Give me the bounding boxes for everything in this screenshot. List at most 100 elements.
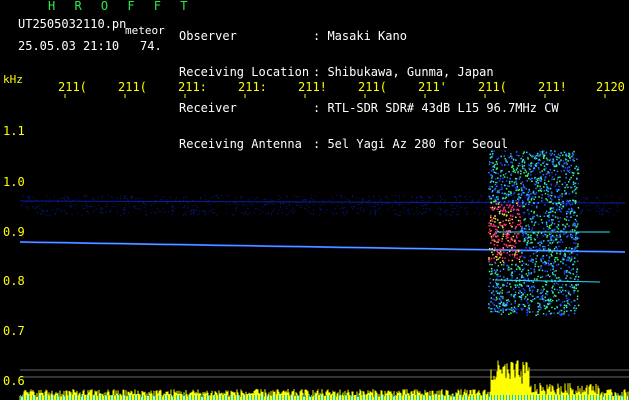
meteor-echo-pixel bbox=[527, 236, 530, 238]
meteor-echo-pixel bbox=[556, 183, 558, 185]
meteor-echo-pixel bbox=[504, 209, 506, 212]
noise-pixel bbox=[450, 204, 452, 206]
meteor-echo-pixel bbox=[506, 277, 509, 280]
noise-pixel bbox=[398, 195, 400, 197]
amplitude-base-pixel bbox=[131, 395, 132, 400]
noise-pixel bbox=[336, 195, 338, 197]
meteor-echo-pixel bbox=[561, 241, 564, 243]
noise-pixel bbox=[373, 195, 375, 197]
meteor-echo-pixel bbox=[559, 241, 561, 244]
meteor-echo-pixel bbox=[500, 301, 503, 303]
noise-pixel bbox=[39, 208, 41, 210]
meteor-echo-pixel bbox=[577, 276, 580, 278]
amplitude-base-pixel bbox=[161, 395, 162, 400]
meteor-echo-pixel bbox=[496, 292, 499, 294]
meteor-echo-pixel bbox=[528, 203, 530, 206]
amplitude-base-pixel bbox=[368, 395, 369, 400]
meteor-echo-pixel bbox=[564, 255, 566, 258]
meteor-echo-pixel bbox=[540, 240, 542, 243]
meteor-echo-pixel bbox=[563, 306, 566, 309]
amplitude-base-pixel bbox=[107, 395, 108, 400]
meteor-echo-pixel bbox=[534, 222, 536, 224]
noise-pixel bbox=[375, 211, 377, 213]
meteor-echo-pixel bbox=[550, 263, 552, 265]
meteor-echo-pixel bbox=[565, 173, 567, 175]
meteor-echo-pixel bbox=[567, 259, 570, 262]
noise-pixel bbox=[310, 197, 312, 199]
meteor-echo-pixel bbox=[511, 249, 514, 252]
meteor-echo-pixel bbox=[548, 216, 550, 219]
amplitude-base-pixel bbox=[506, 395, 507, 400]
meteor-echo-pixel bbox=[555, 300, 558, 302]
meteor-echo-pixel bbox=[534, 196, 537, 198]
meteor-echo-pixel bbox=[565, 161, 568, 164]
noise-pixel bbox=[524, 195, 526, 197]
meteor-echo-pixel bbox=[522, 249, 525, 252]
noise-pixel bbox=[124, 197, 126, 199]
meteor-echo-pixel bbox=[574, 218, 577, 221]
meteor-echo-pixel bbox=[507, 219, 510, 222]
noise-pixel bbox=[575, 196, 577, 198]
noise-pixel bbox=[313, 199, 315, 201]
meteor-echo-pixel bbox=[530, 267, 532, 270]
noise-pixel bbox=[429, 197, 431, 199]
meteor-echo-pixel bbox=[561, 154, 564, 156]
meteor-echo-pixel bbox=[491, 237, 493, 239]
meteor-echo-pixel bbox=[576, 253, 579, 256]
noise-pixel bbox=[611, 201, 613, 203]
noise-pixel bbox=[165, 199, 167, 201]
meteor-echo-pixel bbox=[554, 261, 556, 263]
meteor-echo-pixel bbox=[496, 253, 499, 256]
meteor-echo-pixel bbox=[514, 253, 516, 255]
meteor-echo-pixel bbox=[516, 187, 518, 190]
meteor-echo-pixel bbox=[507, 265, 510, 268]
noise-pixel bbox=[391, 204, 393, 206]
meteor-echo-pixel bbox=[562, 224, 564, 226]
meteor-echo-pixel bbox=[492, 285, 495, 288]
amplitude-base-pixel bbox=[542, 395, 543, 400]
noise-pixel bbox=[183, 214, 185, 216]
meteor-echo-pixel bbox=[513, 240, 516, 243]
meteor-echo-pixel bbox=[513, 208, 515, 211]
meteor-echo-pixel bbox=[530, 174, 532, 176]
amplitude-base-pixel bbox=[65, 395, 66, 400]
noise-pixel bbox=[580, 212, 582, 214]
meteor-echo-pixel bbox=[539, 303, 541, 305]
meteor-echo-pixel bbox=[490, 223, 492, 225]
noise-pixel bbox=[594, 207, 596, 209]
meteor-echo-pixel bbox=[490, 242, 492, 244]
amplitude-base-pixel bbox=[128, 395, 129, 400]
meteor-echo-pixel bbox=[539, 188, 541, 190]
meteor-echo-pixel bbox=[519, 205, 521, 207]
meteor-echo-pixel bbox=[491, 247, 493, 250]
program-title: H R O F F T bbox=[48, 0, 194, 13]
noise-pixel bbox=[282, 209, 284, 211]
meteor-echo-pixel bbox=[508, 250, 511, 253]
meteor-echo-pixel bbox=[530, 272, 533, 274]
meteor-echo-pixel bbox=[523, 211, 526, 214]
amplitude-base-pixel bbox=[575, 395, 576, 400]
meteor-echo-pixel bbox=[544, 299, 547, 302]
meteor-echo-pixel bbox=[546, 293, 549, 296]
noise-pixel bbox=[300, 204, 302, 206]
noise-pixel bbox=[132, 206, 134, 208]
noise-pixel bbox=[296, 196, 298, 198]
meteor-echo-pixel bbox=[488, 247, 491, 250]
meteor-echo-pixel bbox=[495, 203, 498, 205]
meteor-echo-pixel bbox=[532, 252, 535, 255]
noise-pixel bbox=[478, 213, 480, 215]
noise-pixel bbox=[246, 205, 248, 207]
meteor-echo-pixel bbox=[567, 314, 570, 317]
meteor-echo-pixel bbox=[517, 249, 520, 251]
amplitude-base-pixel bbox=[281, 395, 282, 400]
meteor-echo-pixel bbox=[558, 185, 560, 188]
meteor-echo-pixel bbox=[564, 290, 567, 292]
meteor-echo-pixel bbox=[514, 270, 516, 273]
amplitude-base-pixel bbox=[110, 395, 111, 400]
noise-pixel bbox=[32, 207, 34, 209]
meteor-echo-pixel bbox=[533, 278, 536, 280]
meteor-echo-pixel bbox=[511, 259, 514, 262]
meteor-echo-pixel bbox=[492, 180, 495, 183]
noise-pixel bbox=[334, 208, 336, 210]
meteor-echo-pixel bbox=[525, 247, 527, 249]
